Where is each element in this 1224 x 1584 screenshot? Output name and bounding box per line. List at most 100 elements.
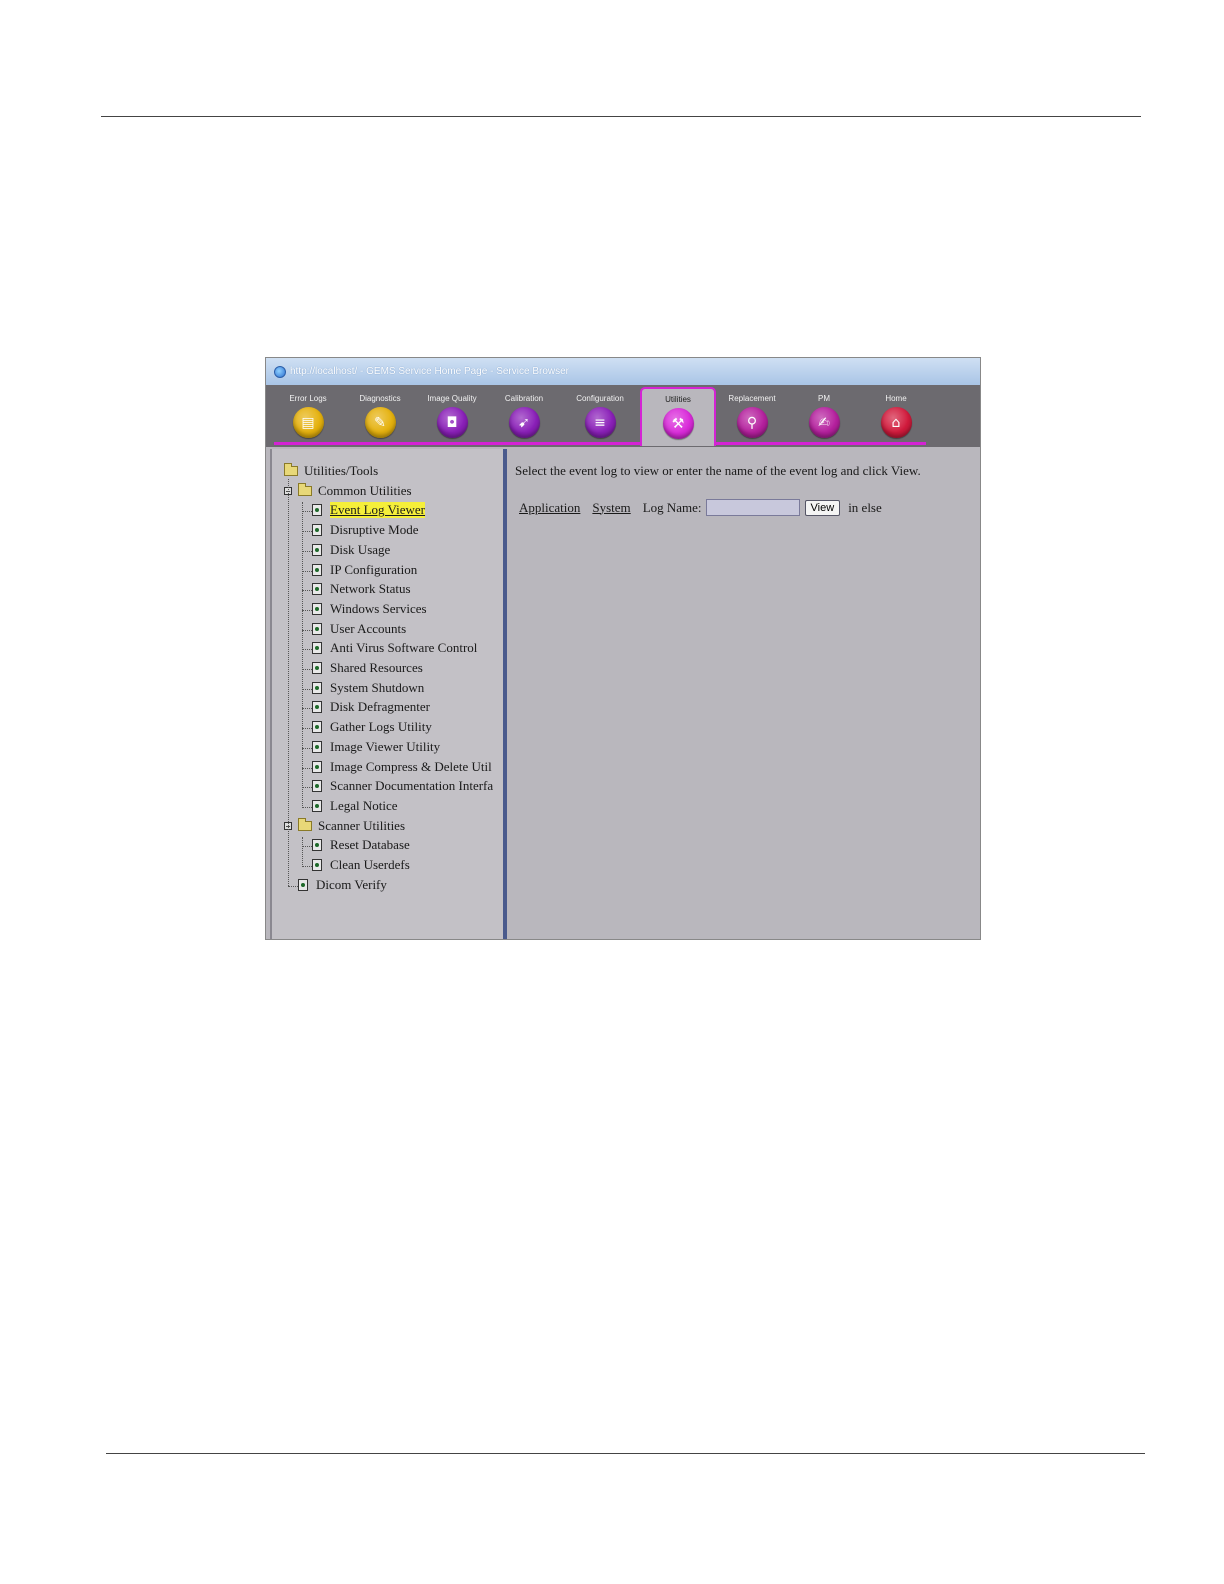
tree-connector (302, 502, 303, 808)
tree-root[interactable]: Utilities/Tools (284, 463, 378, 479)
tree-node-label: Anti Virus Software Control (330, 640, 478, 656)
tab-calibration[interactable]: Calibration ➹ (488, 388, 560, 444)
tree-node-label: IP Configuration (330, 561, 418, 577)
page-icon (312, 799, 322, 812)
tree-item-disk-defragmenter[interactable]: Disk Defragmenter (312, 699, 430, 715)
tab-label: PM (818, 394, 830, 403)
tree-item-anti-virus-software-control[interactable]: Anti Virus Software Control (312, 640, 477, 656)
tree-connector (302, 747, 312, 749)
tree-node-label: Disruptive Mode (330, 522, 419, 538)
tree-connector (302, 787, 312, 789)
page-footer-rule (106, 1453, 1145, 1454)
tab-icon: ⚒ (662, 408, 694, 439)
tab-icon: ▤ (292, 407, 324, 438)
page-icon (312, 780, 322, 793)
screenshot-window: http://localhost/ - GEMS Service Home Pa… (266, 358, 980, 939)
tree-node-label: Disk Usage (330, 541, 391, 557)
tree-item-image-viewer-utility[interactable]: Image Viewer Utility (312, 739, 440, 755)
tree-node-label: Dicom Verify (316, 876, 387, 892)
folder-icon (298, 482, 312, 496)
tree-item-network-status[interactable]: Network Status (312, 581, 411, 597)
tree-node-label: Clean Userdefs (330, 857, 410, 872)
tree-item-ip-configuration[interactable]: IP Configuration (312, 562, 417, 578)
page-icon (312, 524, 322, 537)
tree-connector (302, 609, 312, 611)
tree-node-label: Image Compress & Delete Util (330, 758, 492, 774)
tree-connector (302, 767, 312, 769)
tree-node-label: User Accounts (330, 620, 407, 636)
tree-group-common[interactable]: Common Utilities (298, 482, 412, 499)
tree-connector (302, 570, 312, 572)
tree-item-disruptive-mode[interactable]: Disruptive Mode (312, 522, 418, 538)
tree-connector (302, 688, 312, 690)
tab-image-quality[interactable]: Image Quality ◘ (416, 388, 488, 444)
page-icon (312, 622, 322, 635)
page-icon (312, 740, 322, 753)
tab-error-logs[interactable]: Error Logs ▤ (272, 388, 344, 444)
view-button[interactable]: View (804, 499, 841, 516)
tree-group-scanner[interactable]: Scanner Utilities (298, 817, 405, 834)
log-name-label: Log Name: (642, 499, 702, 515)
tree-item-disk-usage[interactable]: Disk Usage (312, 542, 390, 558)
tree-item-gather-logs-utility[interactable]: Gather Logs Utility (312, 719, 432, 735)
tree-item-system-shutdown[interactable]: System Shutdown (312, 680, 424, 696)
tab-label: Image Quality (427, 394, 477, 403)
tab-label: Utilities (665, 395, 691, 404)
tree-item-dicom-verify[interactable]: Dicom Verify (298, 877, 387, 893)
tab-icon: ⚲ (736, 407, 768, 438)
tree-connector (302, 846, 312, 848)
tree-item-shared-resources[interactable]: Shared Resources (312, 660, 423, 676)
page-icon (312, 583, 322, 596)
tree-connector (302, 550, 312, 552)
tree-node-label: Scanner Documentation Interfa (330, 778, 494, 794)
window-title: http://localhost/ - GEMS Service Home Pa… (290, 366, 569, 377)
page-icon (312, 839, 322, 852)
tab-icon: ⌂ (880, 407, 912, 438)
tree-node-label: Common Utilities (318, 482, 412, 498)
tree-item-legal-notice[interactable]: Legal Notice (312, 798, 398, 814)
tab-label: Calibration (504, 394, 544, 403)
tab-replacement[interactable]: Replacement ⚲ (716, 388, 788, 444)
tree-item-reset-database[interactable]: Reset Database (312, 837, 410, 853)
tree-item-user-accounts[interactable]: User Accounts (312, 621, 406, 637)
browser-icon (274, 365, 286, 378)
tree-connector (302, 649, 312, 651)
tab-utilities[interactable]: Utilities ⚒ (640, 387, 716, 446)
tree-connector (302, 590, 312, 592)
page-icon (312, 662, 322, 674)
tree-item-image-compress-delete-util[interactable]: Image Compress & Delete Util (312, 759, 492, 775)
tree-connector (302, 669, 312, 670)
application-log-link[interactable]: Application (519, 500, 580, 516)
page-icon (312, 859, 322, 871)
tab-icon: ✎ (364, 407, 396, 438)
tab-home[interactable]: Home ⌂ (860, 388, 932, 444)
tree-node-label: Gather Logs Utility (330, 719, 432, 735)
tree-node-label: Windows Services (330, 600, 427, 616)
tree-connector (302, 708, 312, 710)
tab-pm[interactable]: PM ✍ (788, 388, 860, 444)
tree-node-label: Disk Defragmenter (330, 699, 430, 715)
page-icon (312, 721, 322, 734)
system-log-link[interactable]: System (592, 500, 630, 516)
log-selector-row: Application System Log Name: View in els… (519, 499, 882, 516)
tab-icon: ✍ (808, 407, 840, 438)
tree-item-windows-services[interactable]: Windows Services (312, 601, 427, 617)
tree-node-label: Network Status (330, 581, 411, 597)
tree-item-event-log-viewer[interactable]: Event Log Viewer (312, 502, 426, 519)
log-name-input[interactable] (705, 499, 800, 516)
utilities-tree: Utilities/Tools − Common Utilities Event Lo… (270, 449, 506, 939)
tree-node-label: System Shutdown (330, 679, 425, 695)
tab-label: Replacement (728, 394, 776, 403)
page-icon (312, 602, 322, 615)
tree-item-clean-userdefs[interactable]: Clean Userdefs (312, 857, 410, 873)
tree-item-scanner-documentation-interfa[interactable]: Scanner Documentation Interfa (312, 778, 493, 794)
tab-icon: ◘ (436, 407, 468, 438)
tree-connector (288, 478, 289, 887)
tab-configuration[interactable]: Configuration ≡ (564, 388, 636, 444)
tree-connector (288, 885, 298, 887)
tab-diagnostics[interactable]: Diagnostics ✎ (344, 388, 416, 444)
instructions-text: Select the event log to view or enter th… (515, 463, 921, 478)
tab-icon: ➹ (508, 407, 540, 438)
tab-icon: ≡ (584, 407, 616, 438)
page-icon (312, 543, 322, 556)
